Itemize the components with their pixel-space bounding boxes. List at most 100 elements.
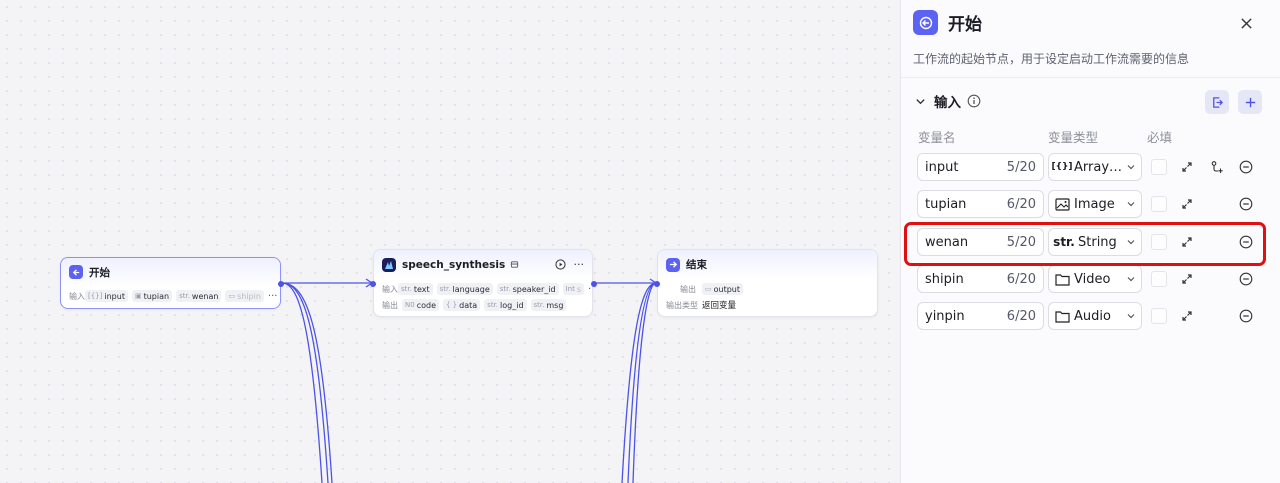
speech-input-label: 输入 [382, 284, 398, 294]
end-node-title: 结束 [686, 259, 707, 271]
remove-icon[interactable] [1236, 232, 1256, 252]
variable-type-select[interactable]: str. String [1048, 228, 1142, 256]
panel-divider [901, 77, 1280, 78]
start-more-button[interactable]: ··· [268, 291, 278, 302]
chevron-down-icon[interactable] [915, 96, 926, 107]
add-variable-button[interactable] [1238, 90, 1262, 114]
char-counter: 6/20 [1006, 196, 1036, 212]
edge-up-end-3[interactable] [632, 282, 657, 483]
variable-row-tupian: tupian 6/20 Image [917, 190, 1267, 220]
edge-up-end-2[interactable] [627, 282, 657, 483]
folder-icon [1054, 273, 1070, 286]
start-input-tag: ▭ shipin [225, 290, 264, 302]
add-child-icon[interactable] [1207, 157, 1227, 177]
start-input-tag: ▣ tupian [131, 290, 173, 302]
variable-row-input: input 5/20 [{}] Array… [917, 153, 1267, 183]
remove-icon[interactable] [1236, 157, 1256, 177]
end-type-label: 输出类型 [666, 300, 698, 310]
speech-node-title: speech_synthesis [402, 258, 506, 271]
end-output-label: 输出 [680, 284, 696, 294]
edge-start-down-2[interactable] [281, 282, 329, 483]
end-node[interactable]: 结束 输出 ▭ output 输出类型 返回变量 [654, 249, 878, 317]
expand-icon[interactable] [1177, 194, 1197, 214]
speech-output-port[interactable] [591, 281, 597, 287]
expand-icon[interactable] [1177, 232, 1197, 252]
end-input-port[interactable] [654, 281, 660, 287]
speech-node-inputs: 输入 str. text str. language str. speaker_id … [374, 281, 592, 297]
variable-name-input[interactable]: input 5/20 [917, 153, 1044, 181]
start-input-label: 输入 [69, 291, 85, 301]
start-output-port[interactable] [278, 281, 284, 287]
variable-name-input[interactable]: shipin 6/20 [917, 265, 1044, 293]
speech-output-tag: str. msg [530, 299, 567, 311]
start-node[interactable]: 开始 输入 [{}] input ▣ tupian str. wenan ▭ shipi… [60, 257, 284, 309]
end-output-tag: ▭ output [702, 283, 744, 295]
start-node-header: 开始 [61, 258, 280, 286]
variable-row-wenan: wenan 5/20 str. String [917, 228, 1267, 258]
start-icon [69, 265, 83, 279]
required-checkbox[interactable] [1151, 159, 1167, 175]
edge-layer [281, 278, 658, 483]
variable-name-input[interactable]: tupian 6/20 [917, 190, 1044, 218]
speech-input-port[interactable] [370, 281, 376, 287]
chevron-down-icon [1126, 162, 1136, 172]
expand-icon[interactable] [1177, 306, 1197, 326]
remove-icon[interactable] [1236, 306, 1256, 326]
end-icon [666, 257, 680, 272]
remove-icon[interactable] [1236, 269, 1256, 289]
speech-input-tag: str. speaker_id [496, 283, 559, 295]
column-variable-name: 变量名 [918, 130, 956, 145]
column-variable-type: 变量类型 [1048, 130, 1099, 145]
speech-more-button[interactable]: ··· [574, 258, 585, 271]
plugin-logo-icon [382, 257, 396, 272]
edge-start-down-1[interactable] [281, 282, 323, 483]
panel-description: 工作流的起始节点，用于设定启动工作流需要的信息 [913, 52, 1190, 66]
edge-start-down-3[interactable] [281, 282, 333, 483]
run-node-icon[interactable] [554, 259, 566, 270]
required-checkbox[interactable] [1151, 196, 1167, 212]
end-type-value: 返回变量 [702, 301, 737, 311]
folder-mini-icon: ▭ [705, 285, 712, 293]
required-checkbox[interactable] [1151, 271, 1167, 287]
required-checkbox[interactable] [1151, 234, 1167, 250]
image-mini-icon: ▣ [134, 292, 142, 300]
input-section-header[interactable]: 输入 [915, 91, 981, 111]
info-icon[interactable] [967, 94, 981, 108]
folder-mini-icon: ▭ [228, 292, 236, 300]
char-counter: 5/20 [1006, 234, 1036, 250]
variable-type-select[interactable]: Video [1048, 265, 1142, 293]
start-icon [913, 10, 938, 35]
edge-up-end-1[interactable] [621, 282, 657, 483]
variable-type-select[interactable]: Image [1048, 190, 1142, 218]
plugin-store-icon [510, 260, 519, 269]
close-icon[interactable] [1235, 12, 1257, 34]
start-node-title: 开始 [89, 266, 110, 279]
variable-name-input[interactable]: wenan 5/20 [917, 228, 1044, 256]
column-required: 必填 [1147, 130, 1173, 145]
chevron-down-icon [1126, 199, 1136, 209]
input-section-title: 输入 [934, 95, 961, 111]
speech-input-tag: str. text [398, 283, 433, 295]
speech-output-tag: { } data [443, 299, 481, 311]
required-checkbox[interactable] [1151, 308, 1167, 324]
start-input-tag: str. wenan [176, 290, 222, 302]
variable-type-select[interactable]: Audio [1048, 302, 1142, 330]
char-counter: 6/20 [1006, 271, 1036, 287]
speech-output-tag: str. log_id [484, 299, 527, 311]
char-counter: 5/20 [1006, 159, 1036, 175]
variable-row-yinpin: yinpin 6/20 Audio [917, 302, 1267, 332]
expand-icon[interactable] [1177, 269, 1197, 289]
end-node-type: 输出类型 返回变量 [658, 297, 877, 313]
start-input-tag: [{}] input [85, 290, 128, 302]
variable-name-input[interactable]: yinpin 6/20 [917, 302, 1044, 330]
speech-node-header: speech_synthesis ··· [374, 250, 592, 279]
workflow-canvas[interactable]: 开始 输入 [{}] input ▣ tupian str. wenan ▭ shipi… [0, 0, 900, 483]
end-node-outputs: 输出 ▭ output [658, 281, 877, 297]
remove-icon[interactable] [1236, 194, 1256, 214]
speech-synthesis-node[interactable]: speech_synthesis ··· 输入 str. text str. lan… [370, 249, 597, 317]
variable-type-select[interactable]: [{}] Array… [1048, 153, 1142, 181]
import-button[interactable] [1205, 90, 1229, 114]
expand-icon[interactable] [1177, 157, 1197, 177]
array-object-icon: [{}] [1051, 162, 1073, 172]
end-node-header: 结束 [658, 250, 877, 279]
